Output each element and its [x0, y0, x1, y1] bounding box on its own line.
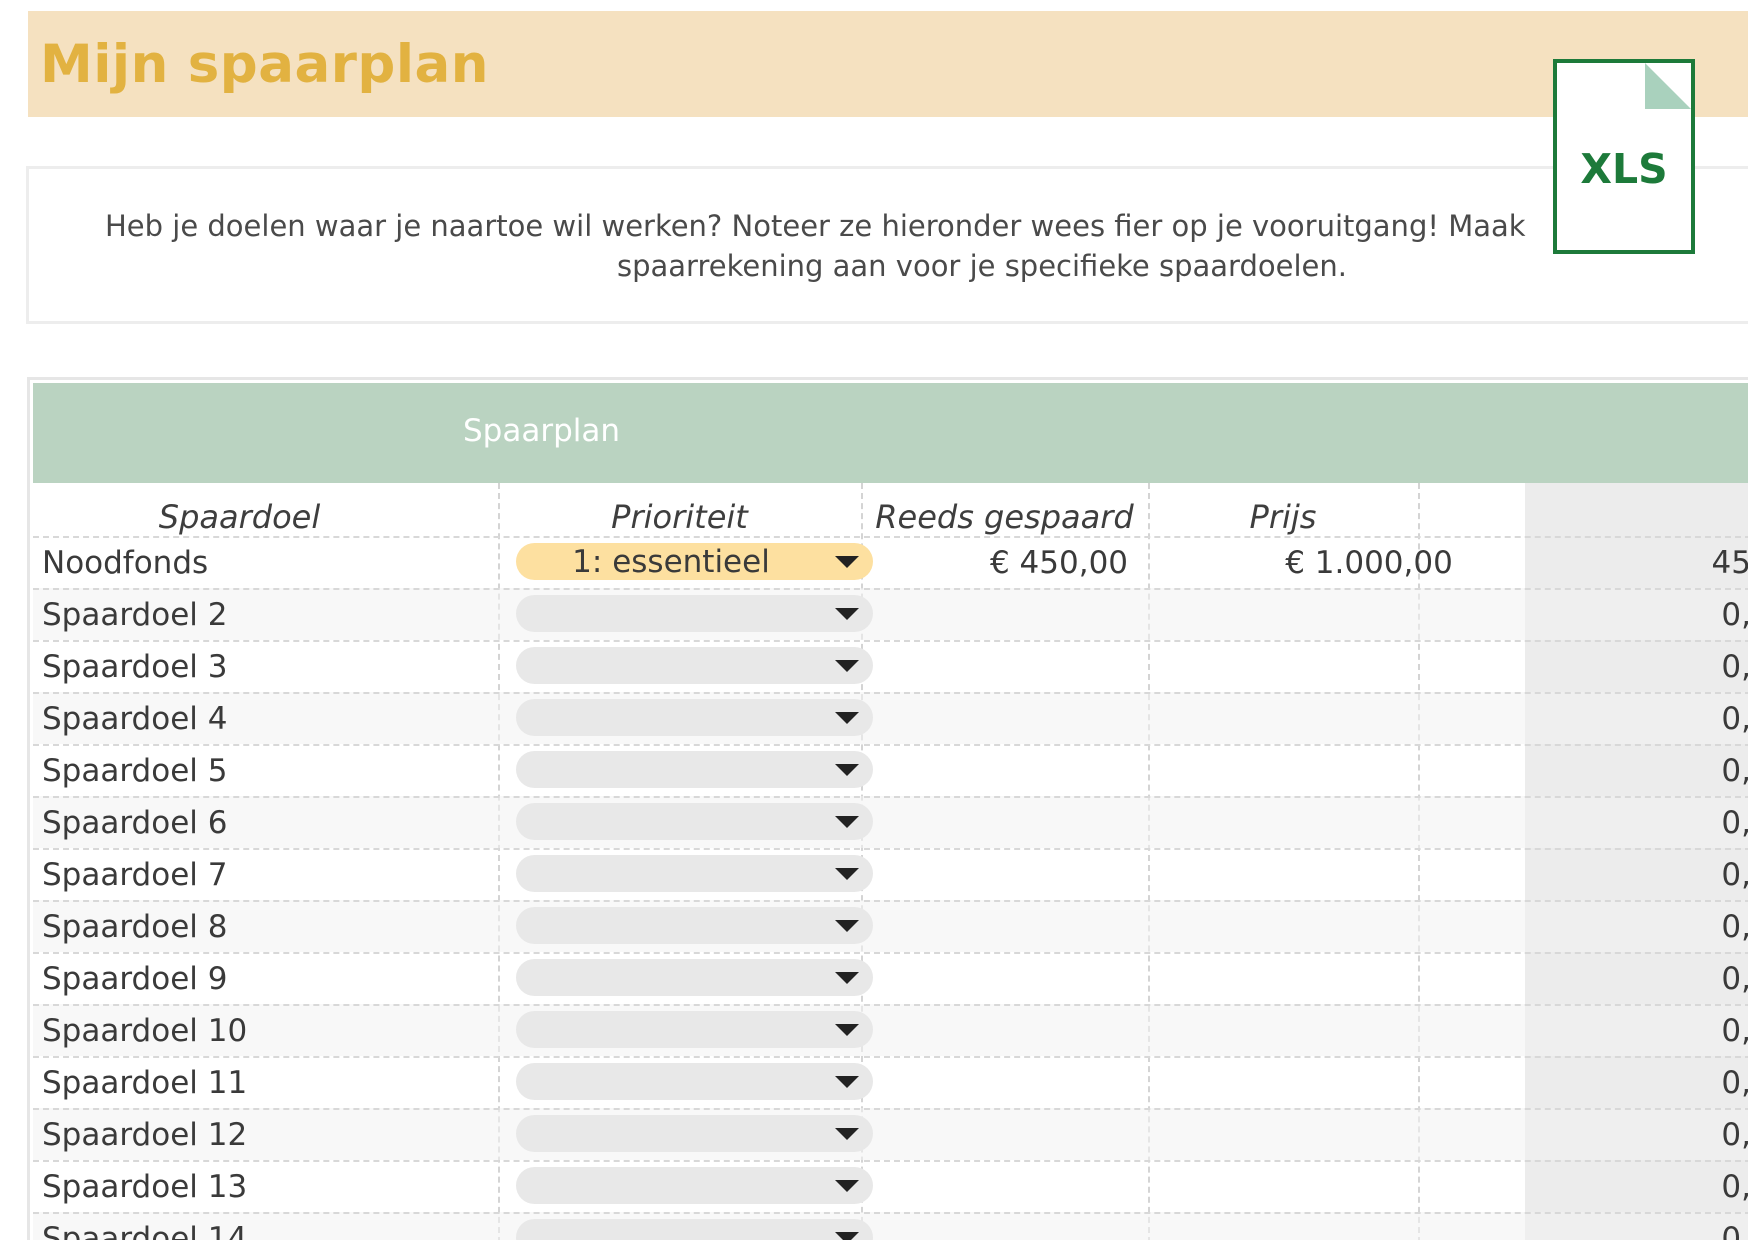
progress-cell: 0, [1721, 1169, 1748, 1205]
progress-cell: 45 [1711, 545, 1748, 581]
table-row: Spaardoel 13 0, [33, 1160, 1748, 1212]
column-header-spaardoel: Spaardoel [158, 498, 321, 536]
spaardoel-cell[interactable]: Spaardoel 6 [42, 805, 227, 841]
caret-down-icon[interactable] [835, 816, 859, 828]
progress-cell: 0, [1721, 1013, 1748, 1049]
spaardoel-cell[interactable]: Spaardoel 4 [42, 701, 227, 737]
priority-dropdown[interactable] [516, 595, 873, 632]
xls-label: XLS [1580, 145, 1668, 193]
table-row: Spaardoel 12 0, [33, 1108, 1748, 1160]
spaardoel-cell[interactable]: Spaardoel 7 [42, 857, 227, 893]
progress-cell: 0, [1721, 805, 1748, 841]
priority-dropdown[interactable] [516, 907, 873, 944]
priority-dropdown[interactable] [516, 1219, 873, 1240]
intro-text-line-1: Heb je doelen waar je naartoe wil werken… [105, 209, 1526, 243]
caret-down-icon[interactable] [835, 1024, 859, 1036]
table-row: Spaardoel 4 0, [33, 692, 1748, 744]
priority-dropdown[interactable] [516, 1115, 873, 1152]
spaardoel-cell[interactable]: Spaardoel 13 [42, 1169, 247, 1205]
intro-box: Heb je doelen waar je naartoe wil werken… [26, 166, 1748, 324]
caret-down-icon[interactable] [835, 1076, 859, 1088]
prijs-cell[interactable]: € 1.000,00 [1219, 545, 1519, 581]
title-bar: Mijn spaarplan [28, 11, 1748, 117]
spaarplan-table: Spaarplan Spaardoel Prioriteit Reeds ges… [27, 377, 1748, 1240]
reeds-gespaard-cell[interactable]: € 450,00 [899, 545, 1219, 581]
column-header-reeds-gespaard: Reeds gespaard [875, 498, 1134, 536]
table-row: Spaardoel 5 0, [33, 744, 1748, 796]
table-row: Spaardoel 2 0, [33, 588, 1748, 640]
intro-text-line-2: spaarrekening aan voor je specifieke spa… [617, 249, 1347, 283]
spaardoel-cell[interactable]: Noodfonds [42, 545, 208, 581]
priority-dropdown[interactable] [516, 1167, 873, 1204]
progress-cell: 0, [1721, 753, 1748, 789]
caret-down-icon[interactable] [835, 556, 859, 568]
priority-dropdown[interactable]: 1: essentieel [516, 543, 873, 580]
progress-cell: 0, [1721, 701, 1748, 737]
spaardoel-cell[interactable]: Spaardoel 14 [42, 1221, 247, 1240]
progress-cell: 0, [1721, 961, 1748, 997]
spaardoel-cell[interactable]: Spaardoel 9 [42, 961, 227, 997]
progress-cell: 0, [1721, 909, 1748, 945]
priority-dropdown[interactable] [516, 959, 873, 996]
caret-down-icon[interactable] [835, 868, 859, 880]
priority-dropdown[interactable] [516, 1063, 873, 1100]
excel-file-icon[interactable]: XLS [1553, 59, 1695, 254]
priority-dropdown[interactable] [516, 1011, 873, 1048]
priority-dropdown[interactable] [516, 699, 873, 736]
table-row: Spaardoel 9 0, [33, 952, 1748, 1004]
caret-down-icon[interactable] [835, 1128, 859, 1140]
priority-dropdown[interactable] [516, 647, 873, 684]
caret-down-icon[interactable] [835, 1232, 859, 1240]
page-fold-corner [1645, 63, 1691, 109]
spaardoel-cell[interactable]: Spaardoel 10 [42, 1013, 247, 1049]
column-header-prijs: Prijs [1249, 498, 1317, 536]
spaardoel-cell[interactable]: Spaardoel 8 [42, 909, 227, 945]
spaardoel-cell[interactable]: Spaardoel 5 [42, 753, 227, 789]
caret-down-icon[interactable] [835, 764, 859, 776]
spaardoel-cell[interactable]: Spaardoel 11 [42, 1065, 247, 1101]
priority-value: 1: essentieel [572, 544, 770, 580]
table-row: Spaardoel 8 0, [33, 900, 1748, 952]
progress-cell: 0, [1721, 1117, 1748, 1153]
caret-down-icon[interactable] [835, 920, 859, 932]
progress-cell: 0, [1721, 857, 1748, 893]
progress-cell: 0, [1721, 649, 1748, 685]
table-row: Spaardoel 7 0, [33, 848, 1748, 900]
page-title: Mijn spaarplan [40, 34, 490, 95]
progress-cell: 0, [1721, 1065, 1748, 1101]
caret-down-icon[interactable] [835, 712, 859, 724]
table-header-band: Spaarplan [33, 383, 1748, 483]
priority-dropdown[interactable] [516, 803, 873, 840]
table-row: Spaardoel 11 0, [33, 1056, 1748, 1108]
table-title: Spaarplan [462, 413, 621, 449]
caret-down-icon[interactable] [835, 608, 859, 620]
caret-down-icon[interactable] [835, 660, 859, 672]
priority-dropdown[interactable] [516, 855, 873, 892]
spaardoel-cell[interactable]: Spaardoel 12 [42, 1117, 247, 1153]
table-row: Spaardoel 3 0, [33, 640, 1748, 692]
progress-cell: 0, [1721, 597, 1748, 633]
table-row: Spaardoel 10 0, [33, 1004, 1748, 1056]
table-row: Spaardoel 14 0, [33, 1212, 1748, 1240]
column-header-prioriteit: Prioriteit [611, 498, 748, 536]
progress-cell: 0, [1721, 1221, 1748, 1240]
caret-down-icon[interactable] [835, 1180, 859, 1192]
spaardoel-cell[interactable]: Spaardoel 3 [42, 649, 227, 685]
table-row: Spaardoel 6 0, [33, 796, 1748, 848]
spaardoel-cell[interactable]: Spaardoel 2 [42, 597, 227, 633]
table-row: Noodfonds 1: essentieel € 450,00 € 1.000,00… [33, 536, 1748, 588]
caret-down-icon[interactable] [835, 972, 859, 984]
priority-dropdown[interactable] [516, 751, 873, 788]
